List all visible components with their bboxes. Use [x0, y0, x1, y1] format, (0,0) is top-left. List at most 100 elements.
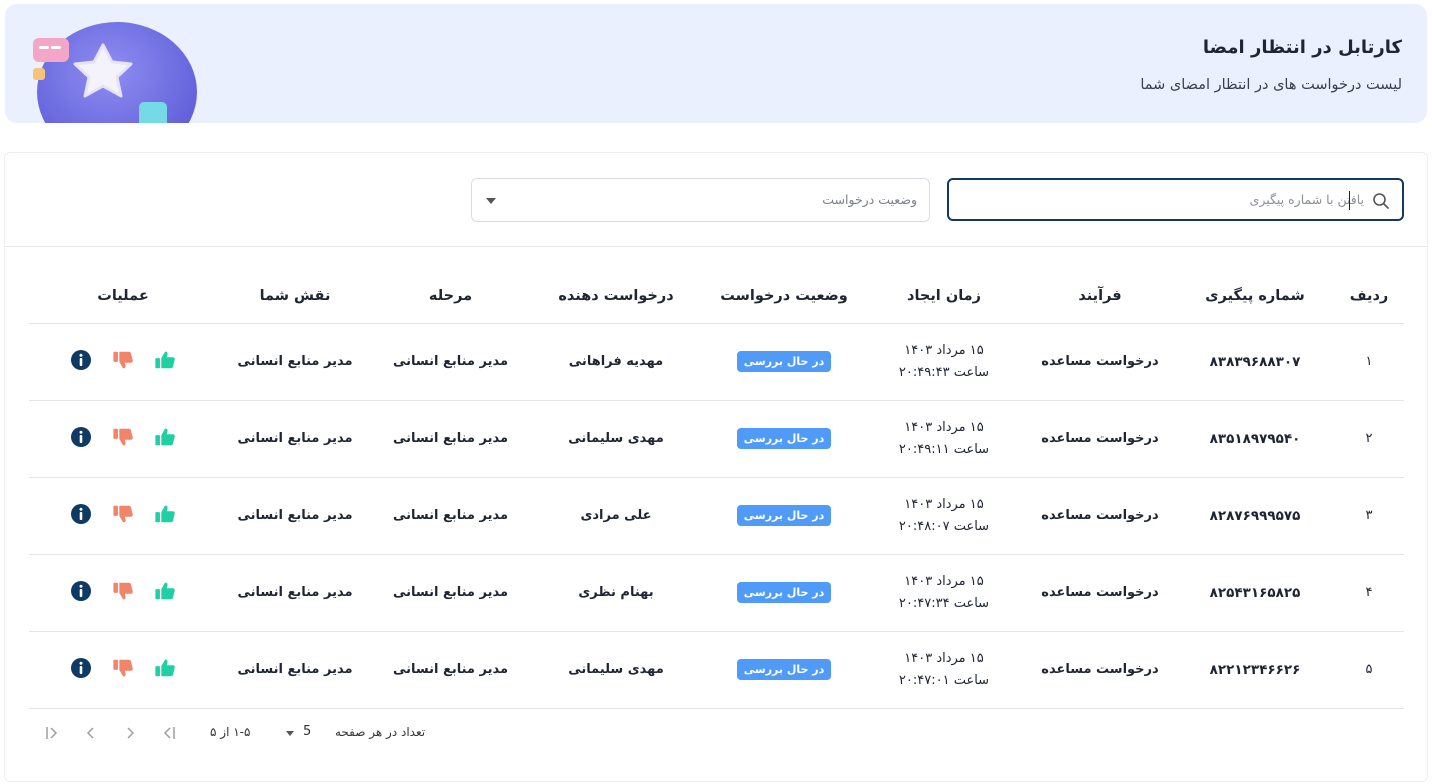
actions-cell — [29, 477, 217, 555]
status-badge: در حال بررسی — [736, 428, 832, 449]
status-cell: در حال بررسی — [704, 323, 864, 401]
chevron-down-icon[interactable] — [486, 198, 496, 204]
page-title: کارتابل در انتظار امضا — [1202, 37, 1402, 58]
stage-name: مدیر منابع انسانی — [373, 631, 528, 709]
column-header-actions: عملیات — [29, 269, 217, 324]
role-name: مدیر منابع انسانی — [217, 477, 373, 555]
status-cell: در حال بررسی — [704, 554, 864, 632]
table-row: ۱ ۸۳۸۳۹۶۸۸۳۰۷ درخواست مساعده ۱۵ مرداد ۱۴۰۳ س… — [29, 323, 1404, 401]
info-icon[interactable] — [70, 657, 92, 679]
status-badge: در حال بررسی — [736, 351, 832, 372]
created-date: ۱۵ مرداد ۱۴۰۳ — [904, 496, 984, 512]
created-at: ۱۵ مرداد ۱۴۰۳ ساعت ۲۰:۴۹:۴۳ — [864, 323, 1024, 401]
pagination: تعداد در هر صفحه 5 ۱-۵ از ۵ — [5, 713, 1427, 753]
thumbs-down-icon[interactable] — [112, 426, 134, 448]
role-name: مدیر منابع انسانی — [217, 400, 373, 478]
column-header-requester: درخواست دهنده — [528, 269, 704, 324]
process-name: درخواست مساعده — [1024, 477, 1176, 555]
requester-name: مهدی سلیمانی — [528, 400, 704, 478]
requester-name: علی مرادی — [528, 477, 704, 555]
table-row: ۴ ۸۲۵۴۳۱۶۵۸۲۵ درخواست مساعده ۱۵ مرداد ۱۴۰۳ س… — [29, 554, 1404, 632]
created-date: ۱۵ مرداد ۱۴۰۳ — [904, 573, 984, 589]
column-header-created: زمان ایجاد — [864, 269, 1024, 324]
last-page-icon[interactable] — [41, 723, 61, 743]
chevron-down-icon[interactable] — [286, 731, 294, 736]
search-icon[interactable] — [1372, 192, 1390, 210]
created-at: ۱۵ مرداد ۱۴۰۳ ساعت ۲۰:۴۹:۱۱ — [864, 400, 1024, 478]
thumbs-down-icon[interactable] — [112, 657, 134, 679]
table-row: ۳ ۸۲۸۷۶۹۹۹۵۷۵ درخواست مساعده ۱۵ مرداد ۱۴۰۳ س… — [29, 477, 1404, 555]
tracking-number: ۸۳۸۳۹۶۸۸۳۰۷ — [1176, 323, 1334, 401]
status-select-label: وضعیت درخواست — [822, 192, 917, 207]
status-badge: در حال بررسی — [736, 582, 832, 603]
info-icon[interactable] — [70, 349, 92, 371]
row-index: ۱ — [1334, 323, 1404, 401]
info-icon[interactable] — [70, 580, 92, 602]
status-badge: در حال بررسی — [736, 659, 832, 680]
status-select[interactable]: وضعیت درخواست — [471, 178, 930, 222]
status-cell: در حال بررسی — [704, 400, 864, 478]
row-index: ۲ — [1334, 400, 1404, 478]
info-icon[interactable] — [70, 503, 92, 525]
next-page-icon[interactable] — [81, 723, 101, 743]
created-time: ساعت ۲۰:۴۷:۰۱ — [898, 672, 990, 688]
stage-name: مدیر منابع انسانی — [373, 477, 528, 555]
column-header-tracking: شماره پیگیری — [1176, 269, 1334, 324]
column-header-stage: مرحله — [373, 269, 528, 324]
rows-per-page-label: تعداد در هر صفحه — [335, 725, 426, 739]
previous-page-icon[interactable] — [120, 723, 140, 743]
created-date: ۱۵ مرداد ۱۴۰۳ — [904, 419, 984, 435]
column-header-index: ردیف — [1334, 269, 1404, 324]
column-header-role: نقش شما — [217, 269, 373, 324]
column-header-process: فرآیند — [1024, 269, 1176, 324]
text-caret — [1349, 191, 1350, 210]
filter-bar: وضعیت درخواست — [5, 153, 1427, 247]
thumbs-down-icon[interactable] — [112, 503, 134, 525]
thumbs-up-icon[interactable] — [154, 426, 176, 448]
thumbs-up-icon[interactable] — [154, 349, 176, 371]
search-box[interactable] — [947, 178, 1404, 221]
created-time: ساعت ۲۰:۴۸:۰۷ — [898, 518, 990, 534]
status-badge: در حال بررسی — [736, 505, 832, 526]
created-date: ۱۵ مرداد ۱۴۰۳ — [904, 342, 984, 358]
thumbs-up-icon[interactable] — [154, 657, 176, 679]
stage-name: مدیر منابع انسانی — [373, 323, 528, 401]
table-row: ۲ ۸۳۵۱۸۹۷۹۵۴۰ درخواست مساعده ۱۵ مرداد ۱۴۰۳ س… — [29, 400, 1404, 478]
info-icon[interactable] — [70, 426, 92, 448]
created-time: ساعت ۲۰:۴۹:۱۱ — [898, 441, 990, 457]
stage-name: مدیر منابع انسانی — [373, 554, 528, 632]
first-page-icon[interactable] — [160, 723, 180, 743]
page-range: ۱-۵ از ۵ — [210, 725, 251, 739]
thumbs-down-icon[interactable] — [112, 580, 134, 602]
actions-cell — [29, 554, 217, 632]
tracking-number: ۸۲۸۷۶۹۹۹۵۷۵ — [1176, 477, 1334, 555]
row-index: ۵ — [1334, 631, 1404, 709]
process-name: درخواست مساعده — [1024, 400, 1176, 478]
created-at: ۱۵ مرداد ۱۴۰۳ ساعت ۲۰:۴۷:۰۱ — [864, 631, 1024, 709]
thumbs-up-icon[interactable] — [154, 503, 176, 525]
created-date: ۱۵ مرداد ۱۴۰۳ — [904, 650, 984, 666]
created-time: ساعت ۲۰:۴۷:۳۴ — [898, 595, 990, 611]
process-name: درخواست مساعده — [1024, 631, 1176, 709]
requester-name: مهدی سلیمانی — [528, 631, 704, 709]
row-index: ۳ — [1334, 477, 1404, 555]
requester-name: مهدیه فراهانی — [528, 323, 704, 401]
thumbs-down-icon[interactable] — [112, 349, 134, 371]
star-illustration-icon — [33, 22, 197, 123]
role-name: مدیر منابع انسانی — [217, 631, 373, 709]
thumbs-up-icon[interactable] — [154, 580, 176, 602]
column-header-status: وضعیت درخواست — [704, 269, 864, 324]
actions-cell — [29, 323, 217, 401]
page-subtitle: لیست درخواست های در انتظار امضای شما — [1140, 77, 1402, 93]
status-cell: در حال بررسی — [704, 631, 864, 709]
role-name: مدیر منابع انسانی — [217, 323, 373, 401]
created-at: ۱۵ مرداد ۱۴۰۳ ساعت ۲۰:۴۷:۳۴ — [864, 554, 1024, 632]
requests-table: ردیف شماره پیگیری فرآیند زمان ایجاد وضعی… — [29, 269, 1404, 709]
row-index: ۴ — [1334, 554, 1404, 632]
role-name: مدیر منابع انسانی — [217, 554, 373, 632]
tracking-number: ۸۳۵۱۸۹۷۹۵۴۰ — [1176, 400, 1334, 478]
rows-per-page-select[interactable]: 5 — [303, 724, 311, 739]
search-input[interactable] — [984, 180, 1364, 219]
process-name: درخواست مساعده — [1024, 323, 1176, 401]
stage-name: مدیر منابع انسانی — [373, 400, 528, 478]
